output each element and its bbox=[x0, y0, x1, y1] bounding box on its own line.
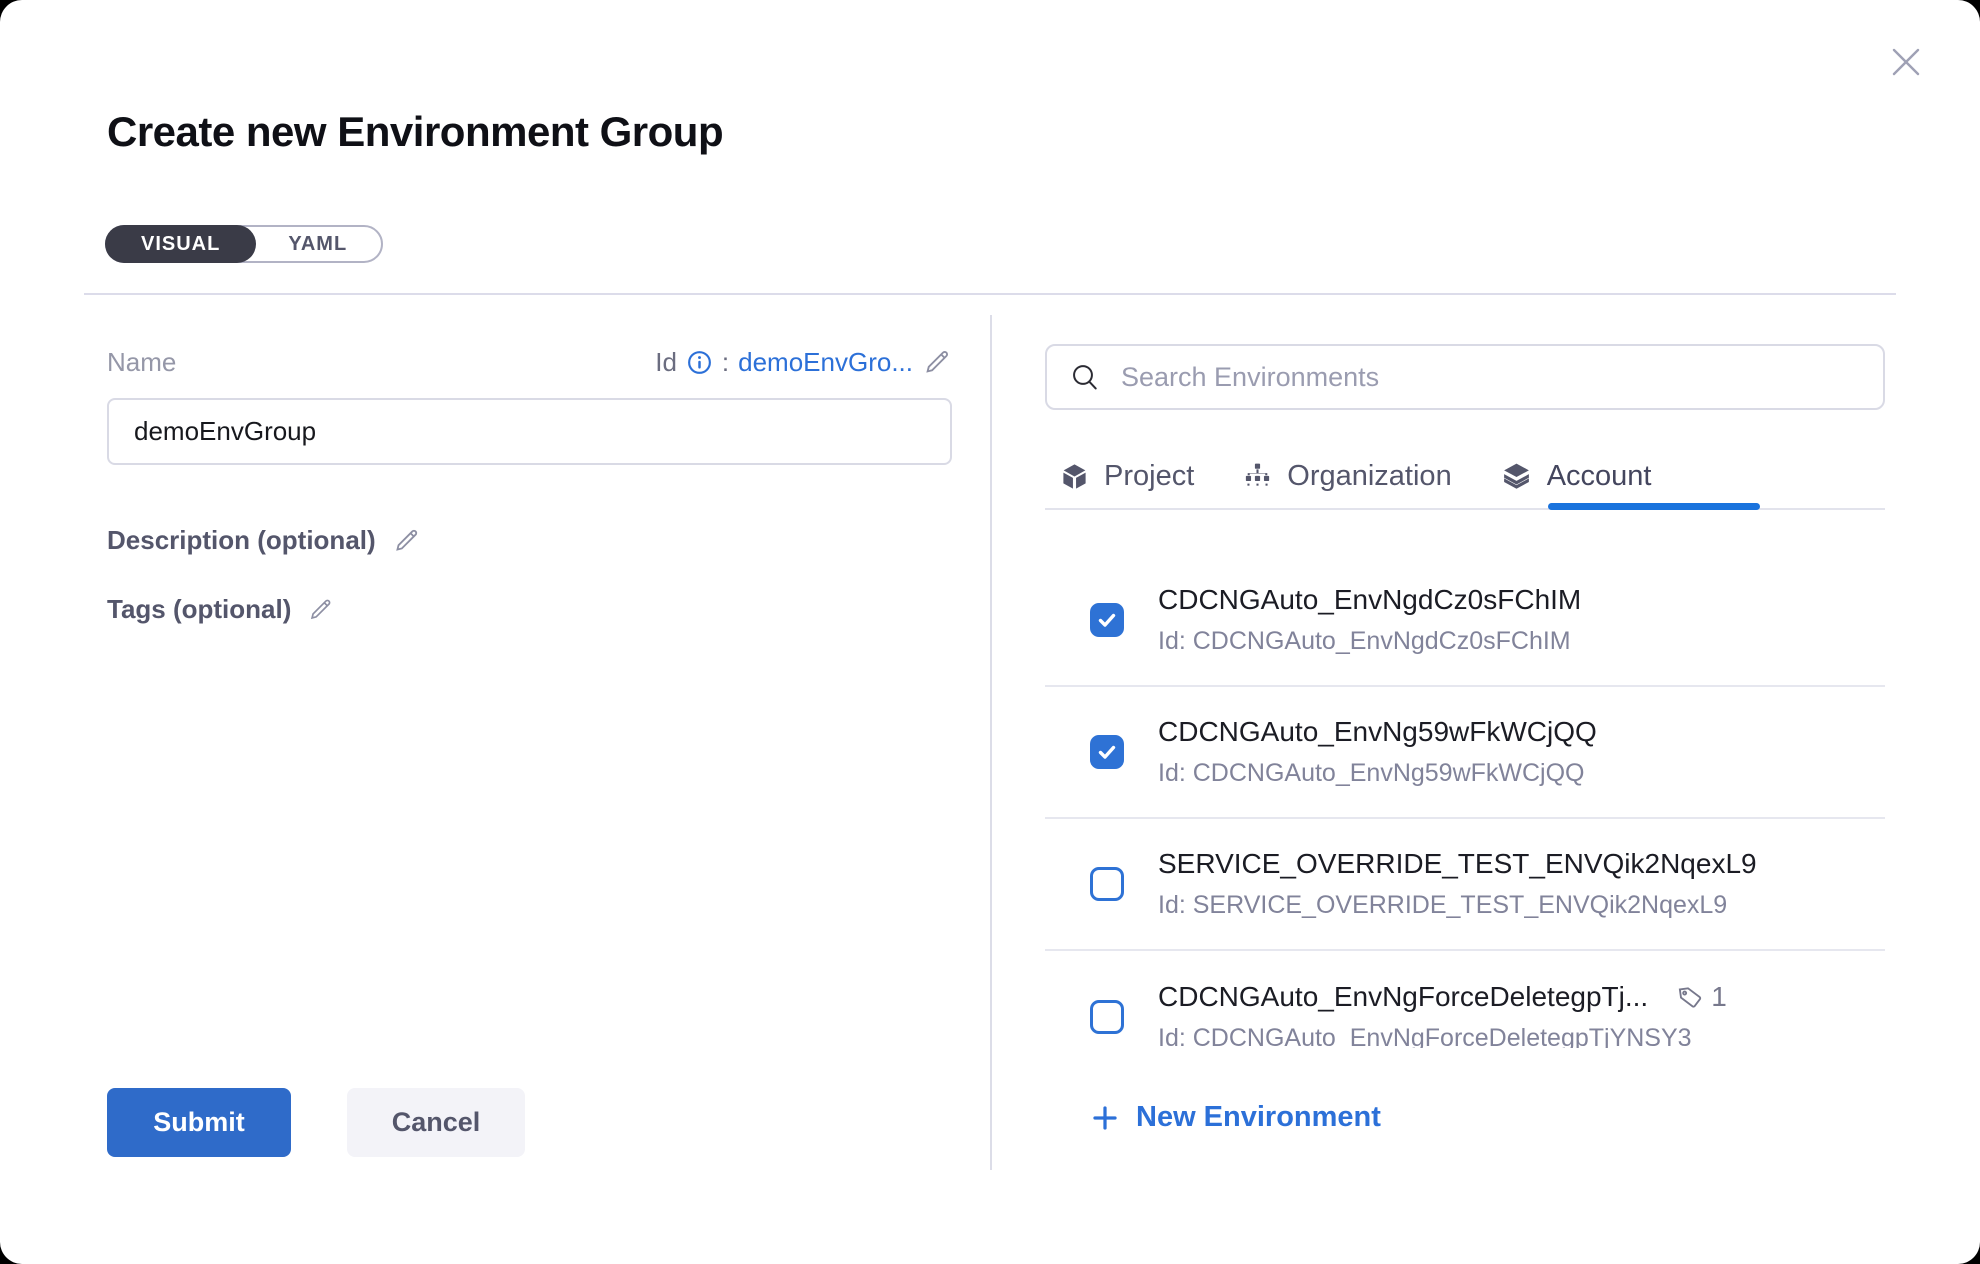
tags-count-badge: 1 bbox=[1674, 981, 1727, 1013]
new-environment-label: New Environment bbox=[1136, 1101, 1381, 1134]
panel-divider bbox=[990, 315, 992, 1170]
active-tab-underline bbox=[1548, 503, 1760, 510]
visual-yaml-toggle: VISUAL YAML bbox=[105, 225, 383, 263]
form-column: Name Id : demoEnvGro... Description (opt… bbox=[107, 344, 952, 625]
name-label: Name bbox=[107, 347, 176, 378]
description-label: Description (optional) bbox=[107, 525, 376, 556]
environment-name: CDCNGAuto_EnvNgdCz0sFChIM bbox=[1158, 584, 1581, 616]
environment-id: Id: CDCNGAuto_EnvNg59wFkWCjQQ bbox=[1158, 759, 1597, 788]
scope-tabs: Project Organization Account bbox=[1045, 444, 1885, 508]
environment-list-item[interactable]: CDCNGAuto_EnvNg59wFkWCjQQ Id: CDCNGAuto_… bbox=[1045, 687, 1885, 819]
layers-icon bbox=[1500, 460, 1533, 493]
check-icon bbox=[1095, 740, 1119, 764]
edit-description-button[interactable] bbox=[392, 526, 421, 555]
edit-icon bbox=[307, 596, 334, 623]
new-environment-button[interactable]: New Environment bbox=[1045, 1100, 1387, 1135]
org-chart-icon bbox=[1242, 461, 1273, 492]
tab-label: Organization bbox=[1287, 460, 1451, 493]
close-button[interactable] bbox=[1884, 40, 1928, 84]
toggle-visual[interactable]: VISUAL bbox=[105, 225, 256, 263]
tag-count: 1 bbox=[1711, 981, 1727, 1013]
environment-checkbox[interactable] bbox=[1090, 735, 1124, 769]
id-label: Id bbox=[655, 347, 677, 378]
tab-account[interactable]: Account bbox=[1500, 460, 1652, 493]
edit-icon bbox=[392, 526, 421, 555]
toggle-yaml[interactable]: YAML bbox=[254, 227, 381, 261]
page-title: Create new Environment Group bbox=[107, 108, 723, 156]
tab-project[interactable]: Project bbox=[1059, 460, 1194, 493]
submit-button[interactable]: Submit bbox=[107, 1088, 291, 1157]
environment-name: CDCNGAuto_EnvNgForceDeletegpTj... bbox=[1158, 981, 1648, 1013]
info-icon[interactable] bbox=[686, 349, 713, 376]
search-icon bbox=[1069, 361, 1101, 393]
environment-id: Id: CDCNGAuto_EnvNgForceDeletegpTjYNSY3 bbox=[1158, 1024, 1727, 1048]
environment-list-item[interactable]: CDCNGAuto_EnvNgForceDeletegpTj... 1 Id: … bbox=[1045, 951, 1885, 1048]
environment-list-item[interactable]: CDCNGAuto_EnvNgdCz0sFChIM Id: CDCNGAuto_… bbox=[1045, 555, 1885, 687]
edit-tags-button[interactable] bbox=[307, 596, 334, 623]
close-icon bbox=[1887, 43, 1925, 81]
header-divider bbox=[84, 293, 1896, 295]
edit-icon bbox=[922, 347, 952, 377]
environment-name: SERVICE_OVERRIDE_TEST_ENVQik2NqexL9 bbox=[1158, 848, 1757, 880]
environment-list: CDCNGAuto_EnvNgdCz0sFChIM Id: CDCNGAuto_… bbox=[1045, 510, 1885, 1048]
environments-panel: Project Organization Account bbox=[1045, 344, 1885, 1135]
cancel-button[interactable]: Cancel bbox=[347, 1088, 525, 1157]
id-separator: : bbox=[722, 347, 729, 378]
search-box bbox=[1045, 344, 1885, 410]
tab-label: Project bbox=[1104, 460, 1194, 493]
environment-id: Id: CDCNGAuto_EnvNgdCz0sFChIM bbox=[1158, 627, 1581, 656]
environment-checkbox[interactable] bbox=[1090, 867, 1124, 901]
tag-icon bbox=[1674, 982, 1704, 1012]
environment-list-item[interactable]: SERVICE_OVERRIDE_TEST_ENVQik2NqexL9 Id: … bbox=[1045, 819, 1885, 951]
create-environment-group-modal: Create new Environment Group VISUAL YAML… bbox=[0, 0, 1980, 1264]
environment-id: Id: SERVICE_OVERRIDE_TEST_ENVQik2NqexL9 bbox=[1158, 891, 1757, 920]
search-input[interactable] bbox=[1119, 361, 1861, 394]
tabs-divider bbox=[1045, 508, 1885, 510]
environment-checkbox[interactable] bbox=[1090, 1000, 1124, 1034]
id-value-link[interactable]: demoEnvGro... bbox=[738, 347, 913, 378]
cube-icon bbox=[1059, 461, 1090, 492]
tab-organization[interactable]: Organization bbox=[1242, 460, 1451, 493]
tags-label: Tags (optional) bbox=[107, 594, 291, 625]
environment-checkbox[interactable] bbox=[1090, 603, 1124, 637]
environment-name: CDCNGAuto_EnvNg59wFkWCjQQ bbox=[1158, 716, 1597, 748]
edit-id-button[interactable] bbox=[922, 347, 952, 377]
name-input[interactable] bbox=[107, 398, 952, 465]
check-icon bbox=[1095, 608, 1119, 632]
plus-icon bbox=[1090, 1103, 1120, 1133]
tab-label: Account bbox=[1547, 460, 1652, 493]
